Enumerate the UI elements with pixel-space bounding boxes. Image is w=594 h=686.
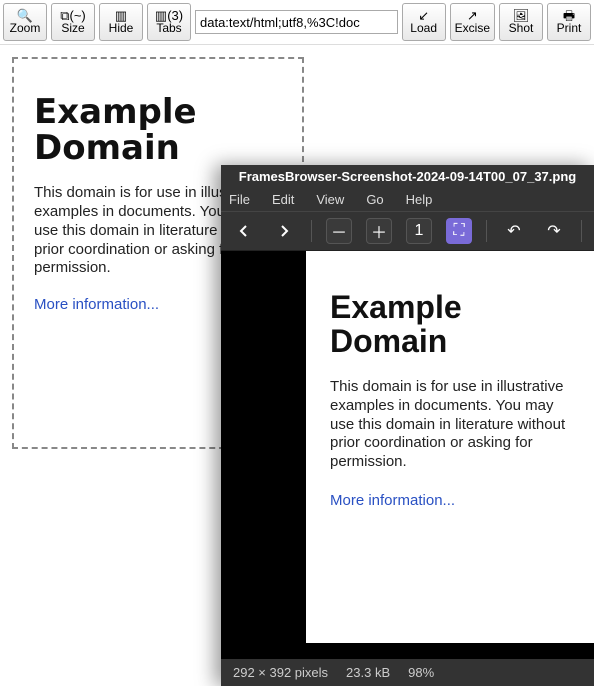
zoom-button[interactable]: 🔍Zoom [3, 3, 47, 41]
menu-go[interactable]: Go [366, 192, 383, 207]
excise-button[interactable]: ↗Excise [450, 3, 495, 41]
status-filesize: 23.3 kB [346, 665, 390, 680]
url-bar [195, 3, 398, 41]
separator [311, 220, 312, 242]
menu-file[interactable]: File [229, 192, 250, 207]
viewer-canvas: Example Domain This domain is for use in… [221, 251, 594, 659]
separator [581, 220, 582, 242]
page-title: Example Domain [34, 95, 282, 166]
excise-icon: ↗ [467, 9, 478, 22]
rotate-right-button[interactable]: ↷ [541, 218, 567, 244]
zoom-reset-button[interactable]: 1 [406, 218, 432, 244]
separator [486, 220, 487, 242]
viewer-titlebar: FramesBrowser-Screenshot-2024-09-14T00_0… [221, 165, 594, 188]
zoom-icon: 🔍 [17, 9, 33, 22]
shot-icon: 🖼 [513, 9, 530, 22]
size-icon: ⧉(~) [60, 9, 86, 22]
screenshot-image: Example Domain This domain is for use in… [306, 251, 594, 643]
zoom-in-button[interactable]: ＋ [366, 218, 392, 244]
url-input[interactable] [195, 10, 398, 34]
menu-view[interactable]: View [316, 192, 344, 207]
print-icon: 🖶 [563, 9, 575, 22]
shot-button[interactable]: 🖼Shot [499, 3, 543, 41]
load-button[interactable]: ↙Load [402, 3, 446, 41]
menu-edit[interactable]: Edit [272, 192, 294, 207]
shot-link: More information... [330, 492, 574, 509]
fit-button[interactable]: ⛶ [446, 218, 472, 244]
prev-button[interactable] [231, 218, 257, 244]
hide-icon: ▥ [115, 9, 127, 22]
status-dimensions: 292 × 392 pixels [233, 665, 328, 680]
tabs-button[interactable]: ▥(3)Tabs [147, 3, 191, 41]
next-button[interactable] [271, 218, 297, 244]
load-icon: ↙ [418, 9, 429, 22]
viewer-controls: － ＋ 1 ⛶ ↶ ↷ [221, 211, 594, 251]
menu-help[interactable]: Help [406, 192, 433, 207]
shot-title: Example Domain [330, 291, 574, 358]
print-button[interactable]: 🖶Print [547, 3, 591, 41]
viewer-menubar: File Edit View Go Help [221, 188, 594, 211]
tabs-icon: ▥(3) [155, 9, 183, 22]
image-viewer-window: FramesBrowser-Screenshot-2024-09-14T00_0… [221, 165, 594, 686]
viewer-statusbar: 292 × 392 pixels 23.3 kB 98% [221, 659, 594, 686]
shot-body: This domain is for use in illustrative e… [330, 378, 574, 472]
size-button[interactable]: ⧉(~)Size [51, 3, 95, 41]
hide-button[interactable]: ▥Hide [99, 3, 143, 41]
zoom-out-button[interactable]: － [326, 218, 352, 244]
rotate-left-button[interactable]: ↶ [501, 218, 527, 244]
status-zoom: 98% [408, 665, 434, 680]
